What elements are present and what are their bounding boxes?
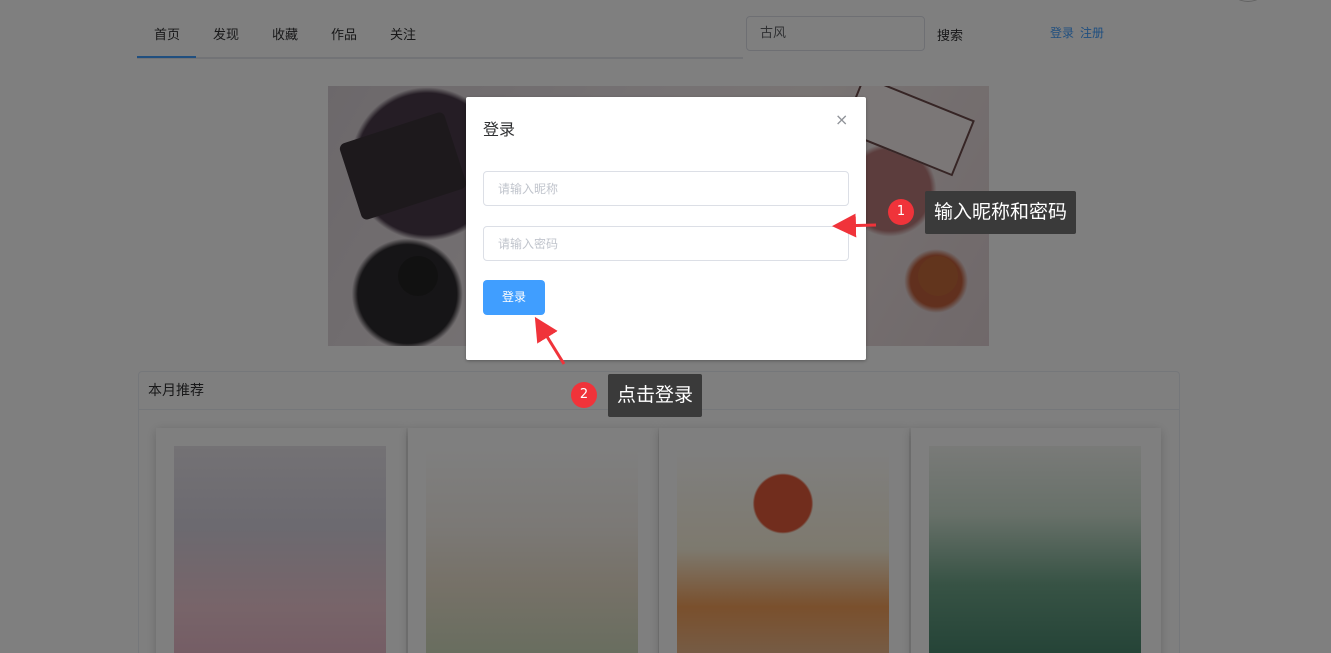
close-icon[interactable]: ×: [835, 112, 848, 128]
dialog-title: 登录: [483, 120, 516, 139]
annotation-badge-2: 2: [571, 382, 597, 408]
annotation-tip-2: 点击登录: [608, 374, 703, 417]
annotation-badge-1: 1: [888, 199, 914, 225]
login-button[interactable]: 登录: [483, 280, 545, 315]
password-field-wrapper: [483, 226, 849, 261]
password-input[interactable]: [484, 227, 848, 260]
nickname-input[interactable]: [484, 172, 848, 205]
nickname-field-wrapper: [483, 171, 849, 206]
annotation-tip-1: 输入昵称和密码: [925, 191, 1077, 234]
login-dialog: 登录 × 登录: [466, 97, 866, 360]
